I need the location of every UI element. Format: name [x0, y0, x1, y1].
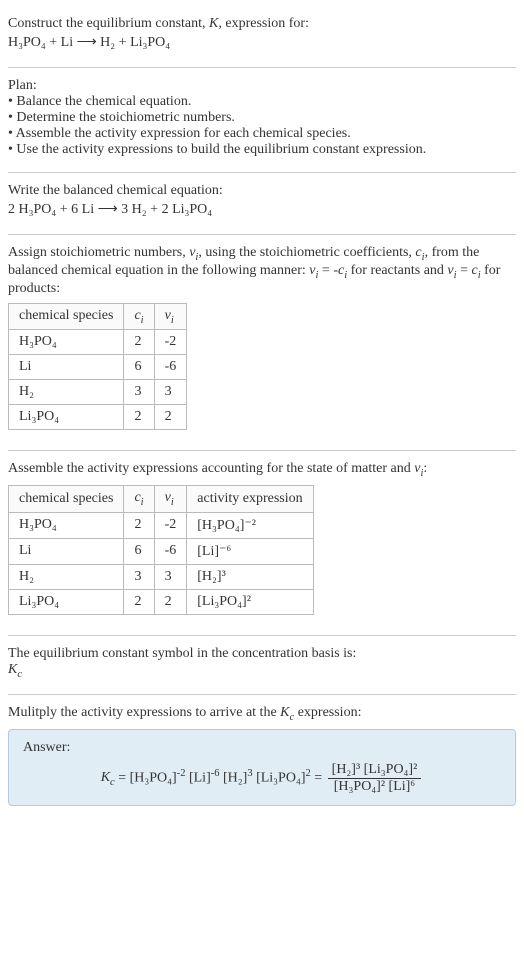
cell-ci: 6 — [124, 355, 154, 380]
cell-ci: 2 — [124, 589, 154, 614]
table-row: Li₃PO₄ 2 2 — [9, 405, 187, 430]
divider — [8, 234, 516, 235]
divider — [8, 635, 516, 636]
col-activity: activity expression — [187, 486, 313, 513]
answer-expression: Kc = [H₃PO₄]-2 [Li]-6 [H₂]3 [Li₃PO₄]2 = … — [23, 762, 501, 795]
assemble-text: Assemble the activity expressions accoun… — [8, 461, 516, 479]
cell-vi: -2 — [154, 330, 187, 355]
cell-species: Li — [9, 538, 124, 564]
cell-ci: 3 — [124, 380, 154, 405]
divider — [8, 172, 516, 173]
answer-denominator: [H₃PO₄]² [Li]⁶ — [328, 779, 422, 795]
cell-ci: 2 — [124, 330, 154, 355]
assign-text: Assign stoichiometric numbers, νi, using… — [8, 245, 516, 297]
multiply-text: Mulitply the activity expressions to arr… — [8, 705, 516, 723]
intro-text: Construct the equilibrium constant, K, e… — [8, 16, 516, 32]
answer-label: Answer: — [23, 740, 501, 756]
col-species: chemical species — [9, 303, 124, 330]
cell-vi: -6 — [154, 538, 187, 564]
cell-species: Li₃PO₄ — [9, 589, 124, 614]
multiply-section: Mulitply the activity expressions to arr… — [8, 699, 516, 816]
cell-species: Li₃PO₄ — [9, 405, 124, 430]
cell-species: H₂ — [9, 380, 124, 405]
intro-section: Construct the equilibrium constant, K, e… — [8, 8, 516, 63]
col-vi: νi — [154, 486, 187, 513]
symbol-text: The equilibrium constant symbol in the c… — [8, 646, 516, 662]
balanced-heading: Write the balanced chemical equation: — [8, 183, 516, 199]
cell-ci: 6 — [124, 538, 154, 564]
col-vi: νi — [154, 303, 187, 330]
divider — [8, 67, 516, 68]
assemble-table: chemical species ci νi activity expressi… — [8, 485, 314, 615]
cell-vi: 2 — [154, 405, 187, 430]
divider — [8, 694, 516, 695]
balanced-section: Write the balanced chemical equation: 2 … — [8, 177, 516, 230]
cell-vi: -6 — [154, 355, 187, 380]
cell-activity: [Li₃PO₄]² — [187, 589, 313, 614]
cell-ci: 3 — [124, 564, 154, 589]
cell-species: H₂ — [9, 564, 124, 589]
answer-box: Answer: Kc = [H₃PO₄]-2 [Li]-6 [H₂]3 [Li₃… — [8, 729, 516, 806]
cell-species: H₃PO₄ — [9, 330, 124, 355]
plan-section: Plan: • Balance the chemical equation. •… — [8, 72, 516, 168]
cell-ci: 2 — [124, 512, 154, 538]
table-row: H₂ 3 3 [H₂]³ — [9, 564, 314, 589]
cell-species: H₃PO₄ — [9, 512, 124, 538]
symbol-value: Kc — [8, 662, 516, 680]
table-row: H₃PO₄ 2 -2 [H₃PO₄]⁻² — [9, 512, 314, 538]
assign-table: chemical species ci νi H₃PO₄ 2 -2 Li 6 -… — [8, 303, 187, 431]
cell-vi: -2 — [154, 512, 187, 538]
table-row: H₃PO₄ 2 -2 — [9, 330, 187, 355]
cell-vi: 3 — [154, 564, 187, 589]
assign-section: Assign stoichiometric numbers, νi, using… — [8, 239, 516, 446]
answer-fraction: [H₂]³ [Li₃PO₄]² [H₃PO₄]² [Li]⁶ — [328, 762, 422, 795]
table-header-row: chemical species ci νi activity expressi… — [9, 486, 314, 513]
cell-activity: [Li]⁻⁶ — [187, 538, 313, 564]
col-species: chemical species — [9, 486, 124, 513]
cell-vi: 2 — [154, 589, 187, 614]
table-row: H₂ 3 3 — [9, 380, 187, 405]
cell-activity: [H₃PO₄]⁻² — [187, 512, 313, 538]
answer-numerator: [H₂]³ [Li₃PO₄]² — [328, 762, 422, 779]
intro-equation: H₃PO₄ + Li ⟶ H₂ + Li₃PO₄ — [8, 34, 516, 51]
cell-vi: 3 — [154, 380, 187, 405]
plan-item: • Use the activity expressions to build … — [8, 142, 516, 158]
balanced-equation: 2 H₃PO₄ + 6 Li ⟶ 3 H₂ + 2 Li₃PO₄ — [8, 201, 516, 218]
symbol-section: The equilibrium constant symbol in the c… — [8, 640, 516, 690]
table-header-row: chemical species ci νi — [9, 303, 187, 330]
plan-heading: Plan: — [8, 78, 516, 94]
assemble-section: Assemble the activity expressions accoun… — [8, 455, 516, 631]
col-ci: ci — [124, 303, 154, 330]
col-ci: ci — [124, 486, 154, 513]
divider — [8, 450, 516, 451]
table-row: Li 6 -6 — [9, 355, 187, 380]
table-row: Li₃PO₄ 2 2 [Li₃PO₄]² — [9, 589, 314, 614]
cell-activity: [H₂]³ — [187, 564, 313, 589]
plan-item: • Determine the stoichiometric numbers. — [8, 110, 516, 126]
cell-species: Li — [9, 355, 124, 380]
table-row: Li 6 -6 [Li]⁻⁶ — [9, 538, 314, 564]
plan-item: • Assemble the activity expression for e… — [8, 126, 516, 142]
plan-item: • Balance the chemical equation. — [8, 94, 516, 110]
cell-ci: 2 — [124, 405, 154, 430]
